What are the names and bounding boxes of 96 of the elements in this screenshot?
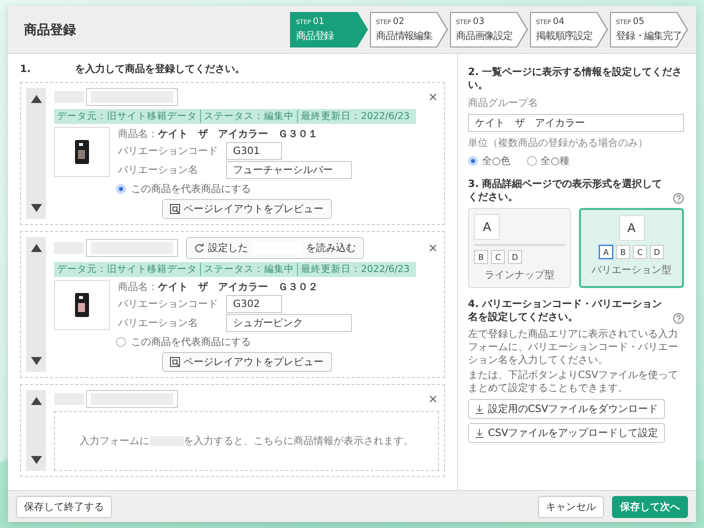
preview-icon <box>170 204 180 214</box>
name-field[interactable]: フューチャーシルバー <box>226 161 352 179</box>
reload-icon <box>194 243 204 253</box>
csv-button[interactable]: 設定用のCSVファイルをダウンロード <box>468 399 666 419</box>
button-text: CSVファイルをアップロードして設定 <box>488 426 658 440</box>
field-label: バリエーションコード <box>118 298 219 311</box>
section-number: 1. <box>20 64 31 74</box>
help-icon[interactable] <box>673 313 684 324</box>
letter-tile: C <box>491 250 505 264</box>
radio-label: この商品を代表商品にする <box>131 336 251 349</box>
step-title: 商品情報編集 <box>376 30 434 44</box>
step-title: 商品画像設定 <box>456 30 514 44</box>
step-number: 01 <box>312 16 324 28</box>
radio-button[interactable] <box>468 156 478 166</box>
download-icon <box>475 428 484 438</box>
load-button[interactable]: 設定した を読み込む <box>186 237 364 259</box>
radio-label: この商品を代表商品にする <box>131 182 251 196</box>
down-arrow-icon[interactable] <box>30 456 42 464</box>
layout-label: バリエーション型 <box>590 264 672 277</box>
radio-button[interactable] <box>116 337 126 347</box>
button-text: ページレイアウトをプレビュー <box>184 202 324 216</box>
letter-tile: B <box>616 245 630 259</box>
field-label: バリエーションコード <box>118 145 219 158</box>
name-field[interactable]: シュガーピンク <box>226 314 352 332</box>
letter-tile: A <box>474 214 500 240</box>
close-icon[interactable] <box>429 395 437 403</box>
letter-tile: D <box>508 250 522 264</box>
csv-button[interactable]: CSVファイルをアップロードして設定 <box>468 423 666 443</box>
help-icon[interactable] <box>673 193 684 204</box>
letter-tile: A <box>599 245 613 259</box>
field-label: バリエーション名 <box>118 317 199 330</box>
up-arrow-icon[interactable] <box>30 397 42 405</box>
page-title: 商品登録 <box>24 22 76 38</box>
step-number: 02 <box>392 16 404 28</box>
status-text: ステータス：編集中 <box>200 263 297 276</box>
step-title: 掲載順序設定 <box>536 30 594 44</box>
radio-button[interactable] <box>526 156 537 166</box>
up-arrow-icon[interactable] <box>30 95 42 103</box>
product-name: ケイト ザ アイカラー Ｇ３０２ <box>158 280 318 294</box>
description-text: 左で登録した商品エリアに表示されている入力フォームに、バリエーションコード・バリエーション名を入力してください。 <box>468 328 679 367</box>
input-field[interactable] <box>86 239 178 257</box>
down-arrow-icon[interactable] <box>30 204 42 212</box>
letter-tile: B <box>474 250 488 264</box>
description-text: または、下記ボタンよりCSVファイルを使ってまとめて設定することもできます。 <box>468 369 680 395</box>
close-icon[interactable] <box>429 244 437 252</box>
product-photo-placeholder <box>75 140 89 164</box>
code-field[interactable]: G302 <box>226 295 282 313</box>
button-text: 設定用のCSVファイルをダウンロード <box>488 402 658 416</box>
preview-button[interactable]: ページレイアウトをプレビュー <box>162 199 332 219</box>
step-title: 登録・編集完了 <box>616 30 683 44</box>
step-number: 04 <box>552 16 564 28</box>
group-name-field[interactable]: ケイト ザ アイカラー <box>468 114 684 132</box>
button-text: ページレイアウトをプレビュー <box>184 356 324 369</box>
preview-button[interactable]: ページレイアウトをプレビュー <box>162 352 332 372</box>
radio-label: 全○種 <box>540 155 570 168</box>
section-heading: 2. 一覧ページに表示する情報を設定してください。 <box>468 66 684 92</box>
input-field[interactable] <box>86 390 178 408</box>
placeholder-message: を入力すると、こちらに商品情報が表示されます。 <box>184 434 414 448</box>
letter-tile: A <box>618 215 644 241</box>
section-heading: 3. 商品詳細ページでの表示形式を選択してください。 <box>468 178 664 204</box>
save-exit-button[interactable]: 保存して終了する <box>16 496 112 518</box>
field-label: 商品名： <box>118 280 158 294</box>
status-text: ステータス：編集中 <box>200 110 297 123</box>
field-label: 商品名： <box>118 128 158 141</box>
layout-label: ラインナップ型 <box>484 268 556 282</box>
layout-option[interactable]: A B C D ラインナップ型 <box>468 208 571 288</box>
status-text: データ元：旧サイト移籍データ <box>57 263 198 276</box>
section-heading: 4. バリエーションコード・バリエーション名を設定してください。 <box>468 298 664 324</box>
letter-tile: C <box>633 245 647 259</box>
button-text: を読み込む <box>306 242 356 255</box>
product-name: ケイト ザ アイカラー Ｇ３０１ <box>158 128 318 141</box>
field-label: 商品グループ名 <box>468 96 539 110</box>
letter-tile: D <box>650 245 664 259</box>
placeholder-message: 入力フォームに <box>80 434 150 448</box>
close-icon[interactable] <box>429 93 437 101</box>
status-text: 最終更新日：2022/6/23 <box>297 263 413 276</box>
button-text: 設定した <box>208 242 248 255</box>
code-field[interactable]: G301 <box>226 142 282 160</box>
radio-button[interactable] <box>116 184 126 194</box>
radio-label: 全○色 <box>482 155 511 168</box>
up-arrow-icon[interactable] <box>30 244 42 252</box>
preview-icon <box>170 357 180 367</box>
step-number: 05 <box>632 16 644 28</box>
product-photo-placeholder <box>75 293 89 317</box>
layout-option[interactable]: A A B C D バリエーション型 <box>579 208 684 288</box>
download-icon <box>475 404 484 414</box>
input-field[interactable] <box>86 88 178 106</box>
section-heading: を入力して商品を登録してください。 <box>74 62 245 76</box>
down-arrow-icon[interactable] <box>30 357 42 365</box>
step-number: 03 <box>472 16 484 28</box>
field-label: バリエーション名 <box>118 164 199 177</box>
status-text: 最終更新日：2022/6/23 <box>297 110 413 123</box>
status-text: データ元：旧サイト移籍データ <box>57 110 198 123</box>
field-label: 単位（複数商品の登録がある場合のみ） <box>468 136 649 150</box>
cancel-button[interactable]: キャンセル <box>538 496 604 518</box>
step-title: 商品登録 <box>296 30 335 44</box>
